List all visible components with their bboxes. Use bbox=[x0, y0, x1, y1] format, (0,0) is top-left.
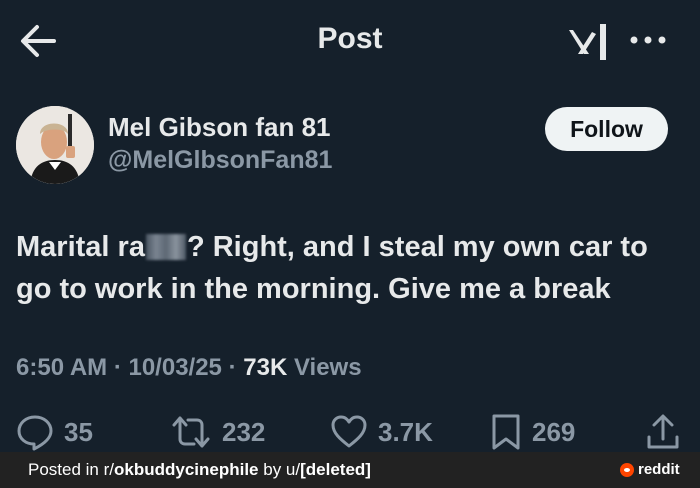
like-button[interactable]: 3.7K bbox=[330, 410, 433, 454]
repost-icon bbox=[172, 416, 210, 448]
post-text: Marital ra? Right, and I steal my own ca… bbox=[16, 226, 686, 310]
meta-separator: · bbox=[113, 354, 122, 381]
reply-icon bbox=[17, 415, 53, 451]
follow-button[interactable]: Follow bbox=[545, 107, 668, 151]
repost-count: 232 bbox=[222, 416, 266, 447]
reddit-brand-label: reddit bbox=[638, 461, 680, 478]
subreddit-name[interactable]: okbuddycinephile bbox=[114, 460, 259, 479]
more-options-icon[interactable] bbox=[628, 30, 668, 50]
views-count: 73K bbox=[243, 354, 288, 381]
footer-credit: Posted in r/okbuddycinephile by u/[delet… bbox=[28, 460, 371, 480]
censored-word-blur bbox=[145, 234, 186, 260]
post-metadata: 6:50 AM · 10/03/25 · 73K Views bbox=[16, 354, 362, 382]
avatar[interactable] bbox=[16, 106, 94, 184]
author-handle[interactable]: @MelGlbsonFan81 bbox=[108, 146, 332, 175]
reddit-footer-bar: Posted in r/okbuddycinephile by u/[delet… bbox=[0, 452, 700, 488]
reply-count: 35 bbox=[64, 416, 93, 447]
bookmark-icon bbox=[492, 414, 520, 450]
reply-button[interactable]: 35 bbox=[16, 410, 93, 454]
author-name[interactable]: Mel Gibson fan 81 bbox=[108, 112, 331, 143]
avatar-portrait-icon bbox=[16, 106, 94, 184]
like-count: 3.7K bbox=[378, 416, 433, 447]
share-icon bbox=[647, 414, 679, 449]
reddit-badge: reddit bbox=[620, 461, 680, 478]
posted-in-label: Posted in r/ bbox=[28, 460, 114, 479]
by-label: by u/ bbox=[258, 460, 301, 479]
meta-separator: · bbox=[228, 354, 237, 381]
post-text-start: Marital ra bbox=[16, 231, 145, 263]
post-time[interactable]: 6:50 AM bbox=[16, 354, 107, 381]
share-button[interactable] bbox=[646, 410, 680, 454]
action-bar: 35 232 3.7K 269 bbox=[0, 410, 700, 454]
repost-button[interactable]: 232 bbox=[170, 410, 265, 454]
reddit-logo-icon bbox=[620, 462, 634, 477]
reddit-username: [deleted] bbox=[300, 460, 371, 479]
post-date[interactable]: 10/03/25 bbox=[128, 354, 221, 381]
top-bar: Post bbox=[0, 0, 700, 82]
bookmark-button[interactable]: 269 bbox=[490, 410, 575, 454]
bookmark-count: 269 bbox=[532, 416, 576, 447]
xai-logo-icon[interactable] bbox=[566, 22, 610, 62]
heart-icon bbox=[331, 415, 367, 448]
views-label: Views bbox=[293, 354, 362, 381]
